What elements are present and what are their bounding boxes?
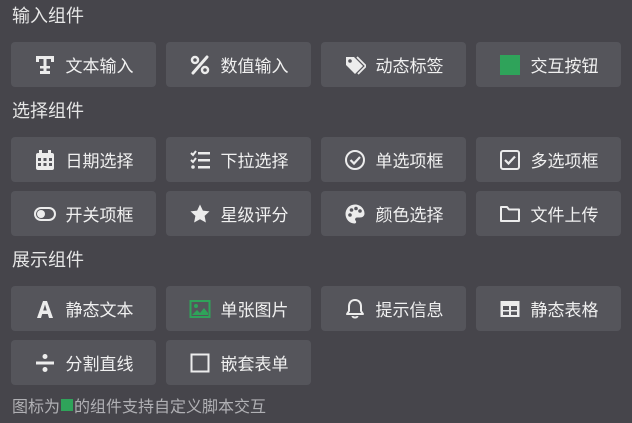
section-title-select: 选择组件 bbox=[12, 101, 84, 122]
toggle-icon bbox=[33, 203, 56, 225]
date-select-button[interactable]: 日期选择 bbox=[11, 137, 156, 182]
checkbox-button[interactable]: 多选项框 bbox=[476, 137, 621, 182]
nested-form-label: 嵌套表单 bbox=[220, 355, 289, 375]
color-picker-button[interactable]: 颜色选择 bbox=[321, 191, 466, 236]
checkbox-icon bbox=[499, 149, 521, 171]
text-input-label: 文本输入 bbox=[65, 57, 134, 77]
date-select-label: 日期选择 bbox=[65, 152, 134, 172]
single-image-button[interactable]: 单张图片 bbox=[166, 286, 311, 331]
interactive-button-button[interactable]: 交互按钮 bbox=[476, 42, 621, 87]
switch-button[interactable]: 开关项框 bbox=[11, 191, 156, 236]
tip-info-label: 提示信息 bbox=[375, 301, 444, 321]
star-rating-button[interactable]: 星级评分 bbox=[166, 191, 311, 236]
number-input-label: 数值输入 bbox=[220, 57, 289, 77]
section-title-display: 展示组件 bbox=[12, 250, 84, 271]
percent-icon bbox=[189, 54, 211, 76]
star-rating-label: 星级评分 bbox=[220, 206, 289, 226]
interactive-button-label: 交互按钮 bbox=[530, 57, 599, 77]
static-text-label: 静态文本 bbox=[65, 301, 134, 321]
star-icon bbox=[189, 203, 211, 225]
divider-line-label: 分割直线 bbox=[65, 355, 134, 375]
radio-label: 单选项框 bbox=[375, 152, 444, 172]
tags-icon bbox=[344, 54, 366, 76]
static-table-button[interactable]: 静态表格 bbox=[476, 286, 621, 331]
color-picker-label: 颜色选择 bbox=[375, 206, 444, 226]
image-icon bbox=[189, 298, 211, 320]
folder-icon bbox=[499, 203, 521, 225]
checklist-icon bbox=[189, 149, 211, 171]
dynamic-tags-button[interactable]: 动态标签 bbox=[321, 42, 466, 87]
dropdown-select-label: 下拉选择 bbox=[220, 152, 289, 172]
palette-icon bbox=[344, 203, 366, 225]
single-image-label: 单张图片 bbox=[220, 301, 289, 321]
tip-info-button[interactable]: 提示信息 bbox=[321, 286, 466, 331]
file-upload-label: 文件上传 bbox=[530, 206, 599, 226]
check-circle-icon bbox=[344, 149, 366, 171]
dropdown-select-button[interactable]: 下拉选择 bbox=[166, 137, 311, 182]
bell-icon bbox=[344, 298, 366, 320]
green-square-icon bbox=[61, 399, 74, 411]
checkbox-label: 多选项框 bbox=[530, 152, 599, 172]
calendar-icon bbox=[34, 149, 56, 171]
section-title-input: 输入组件 bbox=[12, 6, 84, 27]
static-text-button[interactable]: 静态文本 bbox=[11, 286, 156, 331]
switch-label: 开关项框 bbox=[65, 206, 134, 226]
divide-icon bbox=[34, 352, 56, 374]
static-table-label: 静态表格 bbox=[530, 301, 599, 321]
green-square-icon bbox=[499, 54, 521, 76]
table-icon bbox=[499, 298, 521, 320]
radio-button[interactable]: 单选项框 bbox=[321, 137, 466, 182]
footer-note: 图标为 的组件支持自定义脚本交互 bbox=[12, 393, 266, 417]
footer-prefix: 图标为 bbox=[12, 397, 61, 416]
footer-suffix: 的组件支持自定义脚本交互 bbox=[74, 397, 267, 416]
text-input-button[interactable]: 文本输入 bbox=[11, 42, 156, 87]
display-components-grid: 静态文本 单张图片 提示信息 静态表格 分割直线 嵌套表单 bbox=[11, 286, 621, 394]
input-components-grid: 文本输入 数值输入 动态标签 交互按钮 bbox=[11, 42, 621, 96]
text-icon bbox=[34, 54, 56, 76]
divider-line-button[interactable]: 分割直线 bbox=[11, 340, 156, 385]
file-upload-button[interactable]: 文件上传 bbox=[476, 191, 621, 236]
nested-form-button[interactable]: 嵌套表单 bbox=[166, 340, 311, 385]
dynamic-tags-label: 动态标签 bbox=[375, 57, 444, 77]
number-input-button[interactable]: 数值输入 bbox=[166, 42, 311, 87]
font-a-icon bbox=[34, 298, 56, 320]
select-components-grid: 日期选择 下拉选择 单选项框 多选项框 开关项框 星级评分 颜色选择 文件上传 bbox=[11, 137, 621, 245]
square-icon bbox=[189, 352, 211, 374]
